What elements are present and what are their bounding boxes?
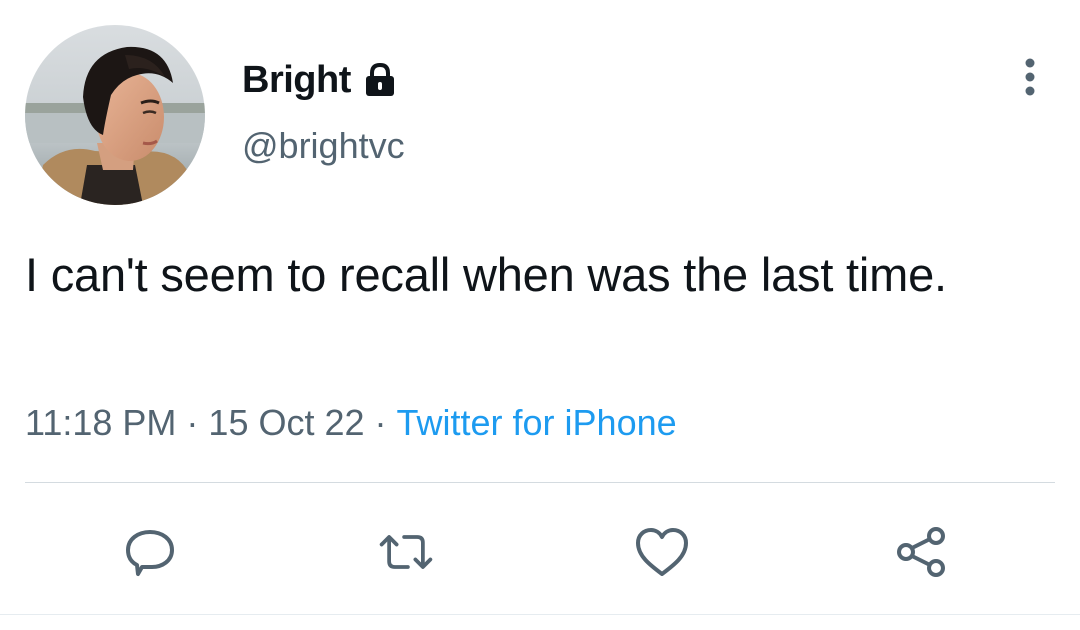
avatar[interactable] xyxy=(25,25,205,205)
lock-icon xyxy=(361,61,399,99)
meta-separator: · xyxy=(186,402,199,443)
user-handle[interactable]: @brightvc xyxy=(242,125,405,167)
more-options-button[interactable] xyxy=(1008,55,1052,99)
tweet-text: I can't seem to recall when was the last… xyxy=(25,248,947,301)
share-button[interactable] xyxy=(892,522,952,582)
avatar-photo xyxy=(25,25,205,205)
tweet-time[interactable]: 11:18 PM xyxy=(25,402,176,443)
heart-icon xyxy=(636,528,688,576)
tweet-date[interactable]: 15 Oct 22 xyxy=(208,402,364,443)
comment-icon xyxy=(126,530,174,576)
tweet-meta: 11:18 PM · 15 Oct 22 · Twitter for iPhone xyxy=(25,402,677,444)
meta-separator: · xyxy=(374,402,387,443)
bottom-divider xyxy=(0,614,1080,615)
tweet-source-link[interactable]: Twitter for iPhone xyxy=(397,402,677,443)
display-name[interactable]: Bright xyxy=(242,59,351,102)
divider xyxy=(25,482,1055,483)
retweet-icon xyxy=(379,535,433,569)
retweet-button[interactable] xyxy=(376,522,436,582)
share-icon xyxy=(897,527,945,577)
like-button[interactable] xyxy=(632,522,692,582)
reply-button[interactable] xyxy=(120,522,180,582)
display-name-row: Bright xyxy=(242,56,399,104)
more-vertical-icon xyxy=(1025,58,1035,96)
